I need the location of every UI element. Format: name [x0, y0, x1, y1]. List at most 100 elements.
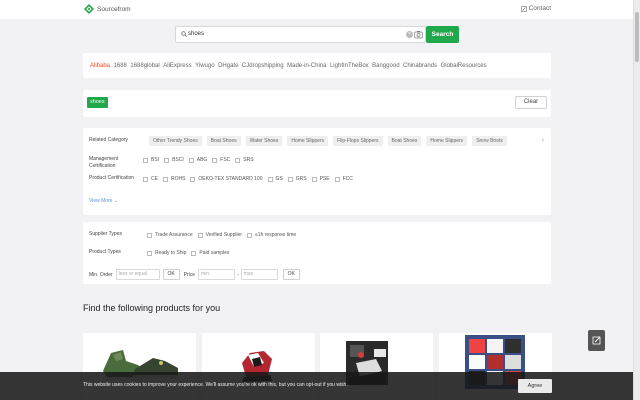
- checkbox[interactable]: [162, 176, 168, 182]
- supplier-types-label: Supplier Types: [89, 231, 122, 237]
- platform-aliexpress[interactable]: AliExpress: [163, 63, 191, 69]
- checkbox[interactable]: [311, 176, 317, 182]
- product-cert-option[interactable]: CE: [143, 176, 158, 182]
- checkbox[interactable]: [147, 232, 152, 238]
- filters-panel: Related Category Other Trendy Shoes Boat…: [83, 128, 551, 215]
- related-item[interactable]: Home Slippers: [287, 136, 329, 146]
- product-cert-option[interactable]: ROHS: [162, 176, 185, 182]
- management-certification-label: Management Certification: [89, 156, 119, 169]
- supplier-filters-panel: Supplier Types Trade Assurance Verified …: [83, 222, 551, 284]
- checkbox[interactable]: [188, 157, 194, 163]
- product-cert-option[interactable]: OEKO-TEX STANDARD 100: [190, 176, 263, 182]
- checkbox[interactable]: [267, 176, 273, 182]
- related-item[interactable]: Snow Boots: [472, 136, 507, 146]
- checkbox[interactable]: [212, 157, 218, 163]
- platform-cjdropshipping[interactable]: CJdropshipping: [242, 63, 284, 69]
- checkbox[interactable]: [191, 250, 197, 256]
- product-type-option[interactable]: Paid samples: [191, 250, 229, 256]
- product-cert-option[interactable]: GRS: [287, 176, 307, 182]
- platform-1688[interactable]: 1688: [114, 63, 127, 69]
- price-label: Price: [183, 271, 196, 278]
- contact-link[interactable]: Contact: [520, 5, 551, 12]
- price-max-input[interactable]: max: [240, 269, 278, 280]
- related-item[interactable]: Water Shoes: [245, 136, 283, 146]
- selected-tags-bar: shoes Clear: [83, 90, 551, 117]
- related-item[interactable]: Boat Shoes: [387, 136, 422, 146]
- platform-alibaba[interactable]: Alibaba: [90, 63, 110, 69]
- mgmt-cert-option[interactable]: BSCI: [164, 157, 184, 163]
- selected-tag[interactable]: shoes: [87, 97, 108, 108]
- mgmt-cert-option[interactable]: FSC: [212, 157, 230, 163]
- checkbox[interactable]: [247, 232, 253, 238]
- sourcefrom-logo-icon: [84, 4, 94, 14]
- logo-text: Sourcefrom: [97, 5, 131, 13]
- edit-icon: [520, 5, 527, 12]
- clear-button[interactable]: Clear: [515, 96, 547, 109]
- related-item[interactable]: Home Slippers: [426, 136, 468, 146]
- min-order-input[interactable]: less or equal: [115, 269, 160, 280]
- checkbox[interactable]: [190, 176, 196, 182]
- search-button[interactable]: Search: [426, 26, 459, 43]
- clear-search-icon[interactable]: ×: [406, 31, 413, 38]
- platform-chinabrands[interactable]: Chinabrands: [403, 63, 437, 69]
- product-type-option[interactable]: Ready to Ship: [147, 250, 186, 256]
- mgmt-cert-option[interactable]: ABG: [188, 157, 207, 163]
- product-cert-option[interactable]: GS: [267, 176, 283, 182]
- platform-list: Alibaba 1688 1688global AliExpress Yiwug…: [83, 53, 551, 78]
- checkbox[interactable]: [143, 157, 148, 163]
- chevron-down-icon: ⌄: [113, 198, 119, 204]
- min-order-ok-button[interactable]: OK: [162, 269, 180, 280]
- page-scrollbar[interactable]: [633, 0, 640, 400]
- floating-edit-button[interactable]: [588, 330, 605, 351]
- camera-icon[interactable]: [414, 30, 423, 39]
- checkbox[interactable]: [143, 176, 148, 182]
- mgmt-cert-option[interactable]: BSI: [143, 157, 159, 163]
- product-certification-label: Product Certification: [89, 175, 135, 181]
- checkbox[interactable]: [147, 250, 152, 256]
- checkbox[interactable]: [235, 157, 241, 163]
- product-type-options: Ready to Ship Paid samples: [147, 250, 234, 256]
- management-cert-options: BSI BSCI ABG FSC SRS: [143, 157, 259, 163]
- platform-banggood[interactable]: Banggood: [372, 63, 399, 69]
- platform-lightinthebox[interactable]: LightInTheBox: [330, 63, 369, 69]
- mgmt-cert-option[interactable]: SRS: [235, 157, 254, 163]
- product-cert-option[interactable]: FCC: [334, 176, 353, 182]
- logo[interactable]: Sourcefrom: [84, 4, 131, 14]
- product-cert-option[interactable]: PSE: [311, 176, 330, 182]
- platform-dhgate[interactable]: DHgate: [218, 63, 238, 69]
- product-types-label: Product Types: [89, 249, 121, 255]
- related-item[interactable]: Flip-Flops Slippers: [333, 136, 383, 146]
- related-category-list: Other Trendy Shoes Boat Shoes Water Shoe…: [149, 136, 512, 146]
- price-min-input[interactable]: min: [198, 269, 236, 280]
- checkbox[interactable]: [334, 176, 340, 182]
- edit-icon: [592, 336, 601, 345]
- scrollbar-thumb[interactable]: [635, 12, 639, 62]
- top-bar: Sourcefrom Contact: [0, 0, 633, 19]
- related-item[interactable]: Other Trendy Shoes: [149, 136, 202, 146]
- contact-label: Contact: [528, 5, 551, 12]
- search-icon: [181, 31, 187, 37]
- chevron-right-icon[interactable]: ›: [542, 137, 544, 144]
- price-dash: -: [237, 271, 239, 278]
- checkbox[interactable]: [197, 232, 203, 238]
- supplier-type-option[interactable]: ≤1h response time: [247, 232, 296, 238]
- cookie-text: This website uses cookies to improve you…: [83, 382, 348, 388]
- search-box[interactable]: shoes ×: [175, 26, 426, 43]
- checkbox[interactable]: [164, 157, 170, 163]
- platform-yiwugo[interactable]: Yiwugo: [195, 63, 214, 69]
- related-category-label: Related Category: [89, 137, 128, 143]
- agree-button[interactable]: Agree: [518, 379, 552, 393]
- search-input[interactable]: shoes: [188, 31, 204, 37]
- supplier-type-options: Trade Assurance Verified Supplier ≤1h re…: [147, 232, 301, 238]
- view-more-link[interactable]: View More ⌄: [89, 198, 118, 204]
- supplier-type-option[interactable]: Verified Supplier: [197, 232, 242, 238]
- price-ok-button[interactable]: OK: [282, 269, 300, 280]
- checkbox[interactable]: [287, 176, 293, 182]
- platform-globalresources[interactable]: GlobalResources: [441, 63, 487, 69]
- platform-1688global[interactable]: 1688global: [130, 63, 159, 69]
- platform-made-in-china[interactable]: Made-in-China: [287, 63, 326, 69]
- supplier-type-option[interactable]: Trade Assurance: [147, 232, 193, 238]
- related-item[interactable]: Boat Shoes: [206, 136, 241, 146]
- products-section-title: Find the following products for you: [83, 303, 221, 313]
- product-cert-options: CE ROHS OEKO-TEX STANDARD 100 GS GRS PSE…: [143, 176, 358, 182]
